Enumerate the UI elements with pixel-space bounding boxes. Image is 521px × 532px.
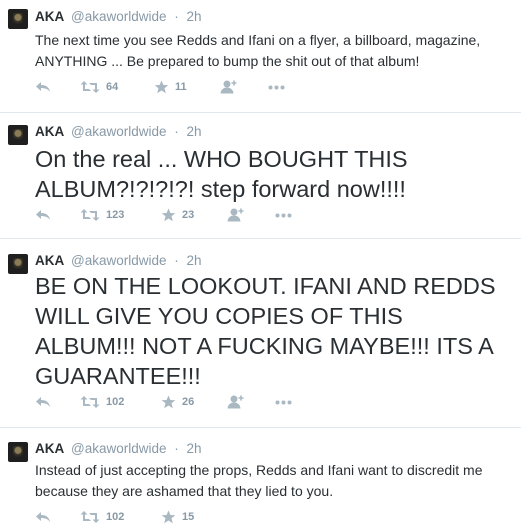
retweet-count: 123	[106, 209, 125, 221]
timestamp[interactable]: 2h	[187, 441, 202, 456]
avatar[interactable]	[8, 254, 28, 274]
star-icon	[161, 510, 176, 524]
timestamp[interactable]: 2h	[187, 9, 202, 24]
timestamp[interactable]: 2h	[187, 124, 202, 139]
tweet-header: AKA @akaworldwide · 2h	[35, 253, 202, 268]
separator-dot: ·	[174, 253, 179, 268]
retweet-count: 64	[106, 81, 119, 93]
tweet[interactable]: AKA @akaworldwide · 2h Instead of just a…	[0, 428, 521, 532]
star-icon	[154, 80, 169, 94]
separator-dot: ·	[174, 9, 179, 24]
more-button[interactable]	[268, 85, 285, 90]
tweet[interactable]: AKA @akaworldwide · 2h The next time you…	[0, 0, 521, 113]
reply-button[interactable]	[35, 80, 51, 94]
author-name[interactable]: AKA	[35, 441, 64, 456]
retweet-icon	[80, 396, 100, 408]
follow-icon	[220, 80, 237, 94]
favorite-count: 11	[175, 81, 187, 93]
avatar[interactable]	[8, 125, 28, 145]
reply-button[interactable]	[35, 208, 51, 222]
more-button[interactable]	[275, 213, 292, 218]
favorite-button[interactable]: 26	[161, 395, 194, 409]
tweet-text: On the real ... WHO BOUGHT THIS ALBUM?!?…	[35, 146, 408, 202]
reply-icon	[36, 210, 50, 220]
follow-icon	[227, 395, 244, 409]
favorite-button[interactable]: 23	[161, 208, 194, 222]
retweet-button[interactable]: 123	[80, 208, 124, 222]
follow-button[interactable]	[226, 395, 244, 409]
more-icon	[268, 85, 285, 90]
more-icon	[275, 400, 292, 405]
more-icon	[275, 213, 292, 218]
reply-icon	[36, 512, 50, 522]
avatar[interactable]	[8, 442, 28, 462]
tweet-text: The next time you see Redds and Ifani on…	[35, 32, 481, 69]
author-handle[interactable]: @akaworldwide	[71, 9, 167, 24]
favorite-count: 26	[182, 396, 195, 408]
reply-icon	[36, 82, 50, 92]
star-icon	[161, 208, 176, 222]
tweet-header: AKA @akaworldwide · 2h	[35, 441, 202, 456]
favorite-count: 23	[182, 209, 195, 221]
follow-icon	[227, 208, 244, 222]
favorite-count: 15	[182, 511, 195, 523]
retweet-count: 102	[106, 396, 125, 408]
author-handle[interactable]: @akaworldwide	[71, 253, 167, 268]
tweet-text: Instead of just accepting the props, Red…	[35, 462, 483, 499]
separator-dot: ·	[174, 124, 179, 139]
author-name[interactable]: AKA	[35, 124, 64, 139]
author-handle[interactable]: @akaworldwide	[71, 124, 167, 139]
author-handle[interactable]: @akaworldwide	[71, 441, 167, 456]
retweet-icon	[80, 511, 100, 523]
timestamp[interactable]: 2h	[187, 253, 202, 268]
retweet-button[interactable]: 102	[80, 510, 124, 524]
author-name[interactable]: AKA	[35, 9, 64, 24]
avatar[interactable]	[8, 9, 28, 29]
tweet-text: BE ON THE LOOKOUT. IFANI AND REDDS WILL …	[35, 273, 496, 389]
favorite-button[interactable]: 11	[154, 80, 187, 94]
retweet-icon	[80, 209, 100, 221]
tweet[interactable]: AKA @akaworldwide · 2h On the real ... W…	[0, 113, 521, 239]
reply-button[interactable]	[35, 395, 51, 409]
separator-dot: ·	[174, 441, 179, 456]
retweet-count: 102	[106, 511, 125, 523]
follow-button[interactable]	[219, 80, 237, 94]
reply-icon	[36, 397, 50, 407]
reply-button[interactable]	[35, 510, 51, 524]
tweet[interactable]: AKA @akaworldwide · 2h BE ON THE LOOKOUT…	[0, 239, 521, 428]
author-name[interactable]: AKA	[35, 253, 64, 268]
more-button[interactable]	[275, 400, 292, 405]
follow-button[interactable]	[226, 208, 244, 222]
star-icon	[161, 395, 176, 409]
retweet-icon	[80, 81, 100, 93]
retweet-button[interactable]: 64	[80, 80, 118, 94]
favorite-button[interactable]: 15	[161, 510, 194, 524]
tweet-header: AKA @akaworldwide · 2h	[35, 9, 202, 24]
retweet-button[interactable]: 102	[80, 395, 124, 409]
tweet-header: AKA @akaworldwide · 2h	[35, 124, 202, 139]
